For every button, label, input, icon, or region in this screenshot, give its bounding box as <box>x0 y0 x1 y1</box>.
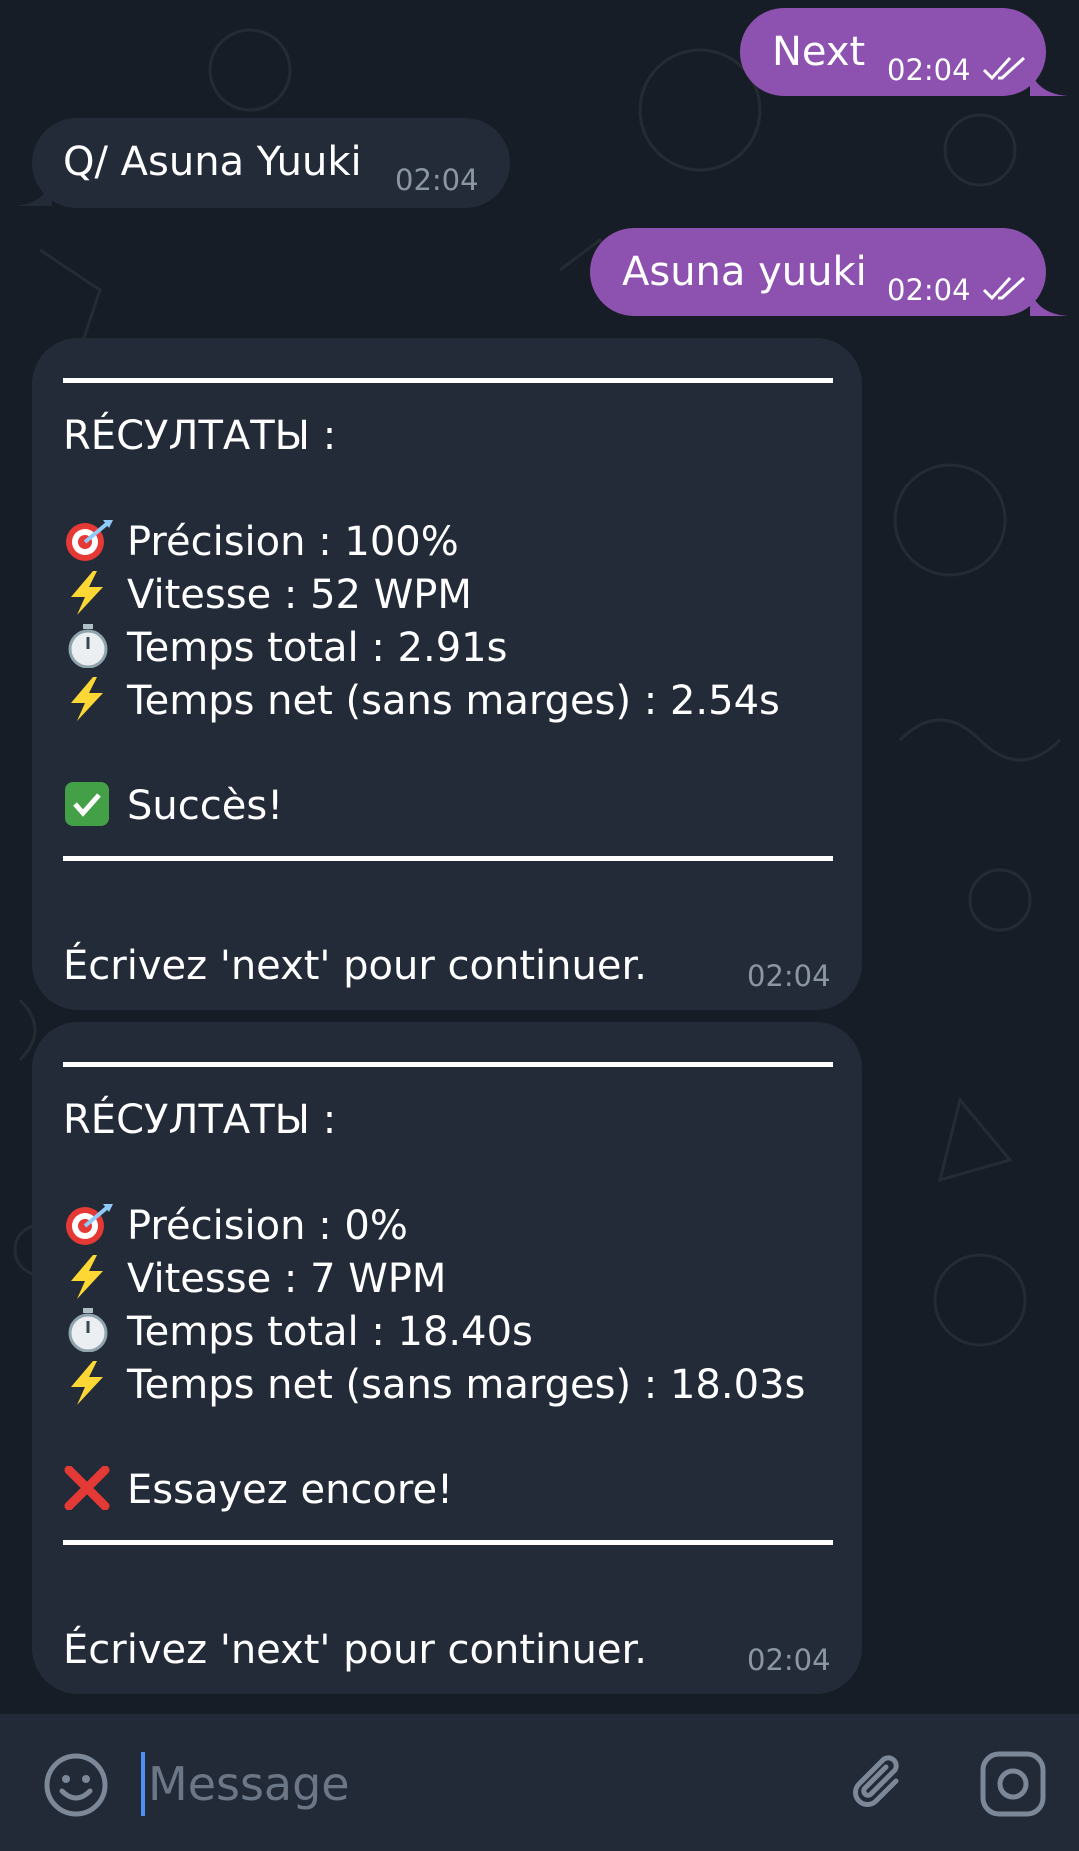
result-line: Précision : 100% <box>63 516 459 569</box>
net-time-text: Temps net (sans marges) : 18.03s <box>127 1362 806 1408</box>
result-line: Précision : 0% <box>63 1200 408 1253</box>
message-time: 02:04 <box>395 163 479 197</box>
target-icon <box>66 1204 113 1245</box>
message-time: 02:04 <box>747 959 831 993</box>
bubble-tail <box>1030 290 1068 316</box>
check-mark-icon <box>65 782 109 826</box>
bubble-tail <box>14 180 52 206</box>
net-time-text: Temps net (sans marges) : 2.54s <box>127 678 780 724</box>
message-text: Next <box>772 29 866 75</box>
emoji-icon[interactable] <box>42 1751 110 1819</box>
results-message[interactable]: RÉCУЛТАТЫ : Précision : 0% Vitesse : 7 W… <box>32 1022 862 1694</box>
divider <box>63 378 833 383</box>
divider <box>63 1540 833 1545</box>
speed-text: Vitesse : 52 WPM <box>127 572 472 618</box>
divider <box>63 1062 833 1067</box>
text-cursor <box>141 1752 145 1816</box>
total-time-text: Temps total : 18.40s <box>127 1309 533 1355</box>
lightning-icon <box>71 1361 103 1405</box>
verdict-line: Essayez encore! <box>63 1464 453 1517</box>
total-time-text: Temps total : 2.91s <box>127 625 508 671</box>
message-list[interactable]: Next 02:04 Q/ Asuna Yuuki 02:04 Asuna yu… <box>0 0 1079 1714</box>
message-time: 02:04 <box>887 53 971 87</box>
continue-hint: Écrivez 'next' pour continuer. <box>63 1627 647 1673</box>
read-receipt-icon <box>982 276 1026 301</box>
message-time: 02:04 <box>887 273 971 307</box>
verdict-line: Succès! <box>63 780 283 833</box>
result-line: Temps net (sans marges) : 2.54s <box>63 675 780 728</box>
lightning-icon <box>71 571 103 615</box>
attach-icon[interactable] <box>846 1751 914 1819</box>
divider <box>63 856 833 861</box>
results-heading: RÉCУЛТАТЫ : <box>63 1097 337 1143</box>
result-line: Temps total : 2.91s <box>63 622 507 675</box>
result-line: Temps total : 18.40s <box>63 1306 533 1359</box>
message-text: Asuna yuuki <box>622 249 867 295</box>
camera-icon[interactable] <box>978 1749 1048 1819</box>
message-input[interactable]: Message <box>148 1756 350 1812</box>
accuracy-text: Précision : 100% <box>127 519 459 565</box>
results-heading: RÉCУЛТАТЫ : <box>63 413 337 459</box>
accuracy-text: Précision : 0% <box>127 1203 408 1249</box>
result-line: Vitesse : 7 WPM <box>63 1253 446 1306</box>
stopwatch-icon <box>68 1308 108 1352</box>
lightning-icon <box>71 1255 103 1299</box>
continue-hint: Écrivez 'next' pour continuer. <box>63 943 647 989</box>
lightning-icon <box>71 677 103 721</box>
bubble-tail <box>1030 70 1068 96</box>
message-text: Q/ Asuna Yuuki <box>63 139 362 185</box>
verdict-text: Essayez encore! <box>127 1467 454 1513</box>
read-receipt-icon <box>982 56 1026 81</box>
verdict-text: Succès! <box>127 783 284 829</box>
result-line: Vitesse : 52 WPM <box>63 569 472 622</box>
message-time: 02:04 <box>747 1643 831 1677</box>
cross-mark-icon <box>64 1466 110 1510</box>
results-message[interactable]: RÉCУЛТАТЫ : Précision : 100% Vitesse : 5… <box>32 338 862 1010</box>
result-line: Temps net (sans marges) : 18.03s <box>63 1359 805 1412</box>
stopwatch-icon <box>68 624 108 668</box>
target-icon <box>66 520 113 561</box>
speed-text: Vitesse : 7 WPM <box>127 1256 447 1302</box>
